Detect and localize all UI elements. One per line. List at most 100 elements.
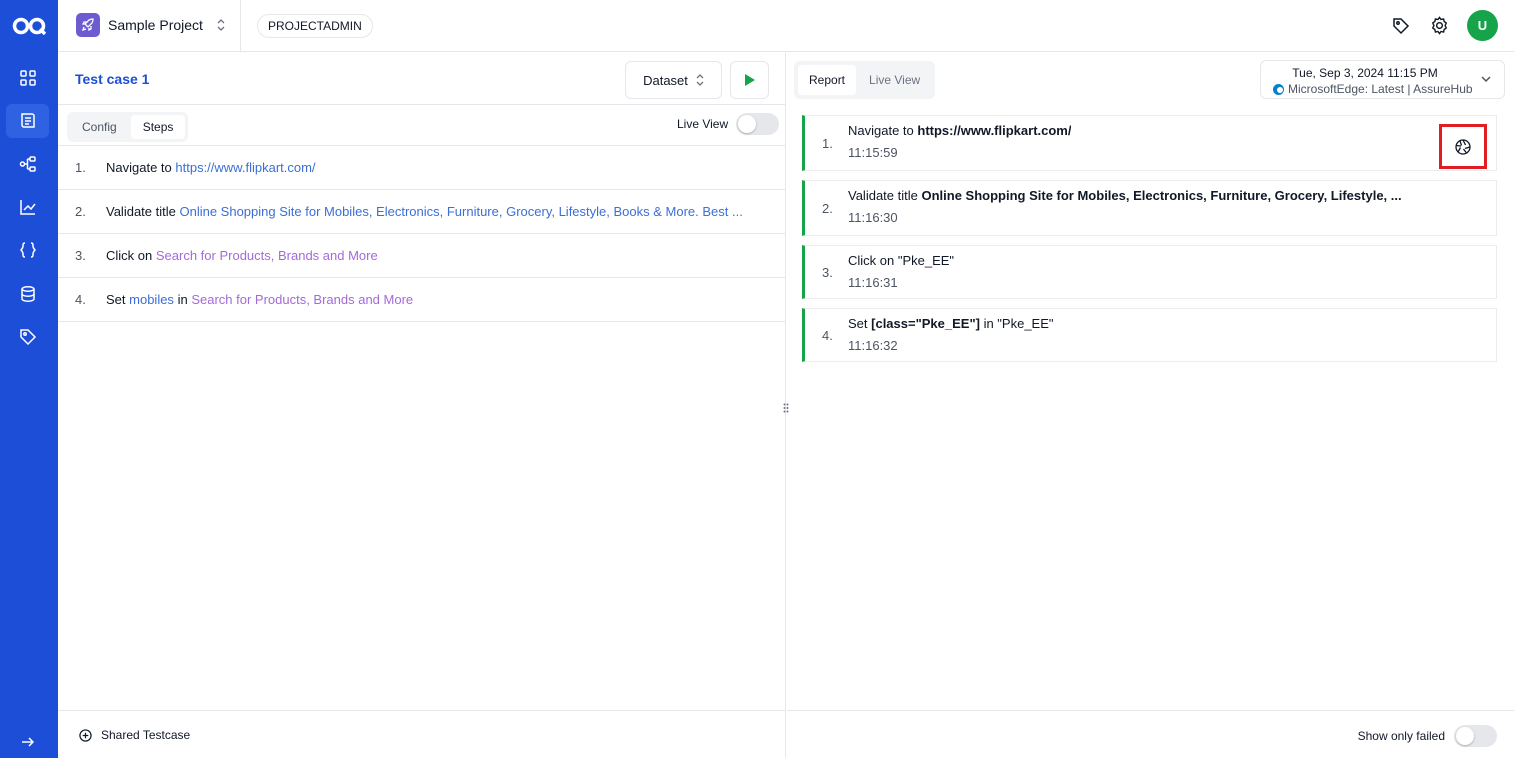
step-number: 1. (75, 160, 86, 175)
shared-testcase-button[interactable]: Shared Testcase (79, 728, 190, 742)
test-cases-list-icon (20, 113, 35, 128)
sidebar-item-dashboard[interactable] (6, 61, 49, 95)
step-title-value[interactable]: Online Shopping Site for Mobiles, Electr… (179, 204, 742, 219)
result-time: 11:16:32 (848, 338, 898, 353)
step-row[interactable]: 2. Validate title Online Shopping Site f… (58, 190, 786, 234)
result-time: 11:16:30 (848, 210, 898, 225)
sidebar-item-workflow[interactable] (6, 147, 49, 181)
dataset-select[interactable]: Dataset (625, 61, 722, 99)
result-number: 1. (822, 136, 833, 151)
results-list: 1. Navigate to https://www.flipkart.com/… (802, 115, 1497, 371)
result-row[interactable]: 3. Click on "Pke_EE" 11:16:31 (802, 245, 1497, 299)
step-element[interactable]: Search for Products, Brands and More (156, 248, 378, 263)
step-connector: in (177, 292, 188, 307)
dashboard-grid-icon (19, 70, 36, 86)
step-row[interactable]: 4. Set mobiles in Search for Products, B… (58, 278, 786, 322)
run-button[interactable] (730, 61, 769, 99)
database-icon (20, 286, 35, 302)
step-action: Navigate to (106, 160, 172, 175)
step-row[interactable]: 3. Click on Search for Products, Brands … (58, 234, 786, 278)
play-icon (744, 74, 755, 86)
step-element[interactable]: Search for Products, Brands and More (191, 292, 413, 307)
show-only-failed-label: Show only failed (1357, 729, 1445, 743)
dataset-label: Dataset (643, 72, 688, 88)
run-selector[interactable]: Tue, Sep 3, 2024 11:15 PM MicrosoftEdge:… (1260, 60, 1505, 99)
screenshot-button[interactable] (1439, 124, 1487, 169)
variables-braces-icon (19, 242, 36, 258)
sidebar-item-variables[interactable] (6, 233, 49, 267)
step-number: 4. (75, 292, 86, 307)
step-action: Click on (106, 248, 153, 263)
report-footer: Show only failed (787, 710, 1514, 758)
settings-gear-icon[interactable] (1429, 16, 1449, 36)
steps-list: 1. Navigate to https://www.flipkart.com/… (58, 146, 786, 322)
testcase-panel: Test case 1 Dataset Config Steps Live Vi… (58, 53, 789, 758)
step-value[interactable]: mobiles (129, 292, 174, 307)
result-action: Validate title (848, 188, 918, 203)
divider (240, 0, 241, 52)
toggle-knob (1456, 727, 1474, 745)
tab-steps[interactable]: Steps (130, 115, 186, 139)
expand-sidebar-arrow-icon[interactable] (16, 732, 40, 752)
live-view-label: Live View (677, 117, 729, 131)
sidebar-item-test-cases[interactable] (6, 104, 49, 138)
run-date: Tue, Sep 3, 2024 11:15 PM (1292, 66, 1438, 80)
sidebar-item-data[interactable] (6, 277, 49, 311)
app-logo-icon[interactable] (0, 0, 58, 52)
top-bar: Sample Project PROJECTADMIN U (58, 0, 1514, 52)
tab-live-view[interactable]: Live View (858, 65, 931, 95)
step-url[interactable]: https://www.flipkart.com/ (175, 160, 315, 175)
project-name: Sample Project (108, 17, 203, 33)
workflow-icon (19, 156, 36, 172)
result-target: Online Shopping Site for Mobiles, Electr… (921, 188, 1402, 203)
role-badge: PROJECTADMIN (257, 14, 373, 38)
result-row[interactable]: 1. Navigate to https://www.flipkart.com/… (802, 115, 1497, 171)
result-number: 4. (822, 328, 833, 343)
rocket-icon (76, 13, 100, 37)
sidebar-rail (0, 0, 58, 758)
testcase-footer: Shared Testcase (58, 710, 786, 758)
testcase-tabs: Config Steps (67, 112, 189, 142)
step-row[interactable]: 1. Navigate to https://www.flipkart.com/ (58, 146, 786, 190)
sidebar-item-tags[interactable] (6, 320, 49, 354)
run-environment: MicrosoftEdge: Latest | AssureHub (1288, 82, 1473, 96)
result-action: Click on "Pke_EE" (848, 253, 955, 268)
user-avatar[interactable]: U (1467, 10, 1498, 41)
result-row[interactable]: 2. Validate title Online Shopping Site f… (802, 180, 1497, 236)
show-only-failed-toggle[interactable] (1454, 725, 1497, 747)
chevron-down-icon (1481, 76, 1491, 83)
step-number: 3. (75, 248, 86, 263)
result-suffix: in "Pke_EE" (983, 316, 1054, 331)
testcase-title[interactable]: Test case 1 (75, 71, 149, 87)
live-view-toggle-group: Live View (677, 113, 780, 135)
tag-icon (19, 329, 36, 346)
live-view-toggle[interactable] (736, 113, 780, 135)
plus-circle-icon (79, 728, 92, 742)
result-time: 11:15:59 (848, 145, 898, 160)
result-target: [class="Pke_EE"] (871, 316, 980, 331)
step-number: 2. (75, 204, 86, 219)
tag-icon[interactable] (1391, 16, 1411, 36)
result-target: https://www.flipkart.com/ (917, 123, 1072, 138)
result-time: 11:16:31 (848, 275, 898, 290)
tab-config[interactable]: Config (70, 115, 129, 139)
chevron-updown-icon (217, 18, 225, 32)
sidebar-item-reports[interactable] (6, 190, 49, 224)
report-panel: Report Live View Tue, Sep 3, 2024 11:15 … (787, 53, 1514, 758)
report-tabs: Report Live View (794, 61, 936, 99)
result-number: 3. (822, 265, 833, 280)
project-switcher[interactable]: Sample Project (76, 13, 225, 37)
camera-aperture-icon (1455, 138, 1471, 155)
result-number: 2. (822, 201, 833, 216)
chevron-updown-icon (696, 74, 704, 86)
edge-browser-icon (1273, 83, 1284, 95)
shared-testcase-label: Shared Testcase (101, 728, 191, 742)
show-only-failed-group: Show only failed (1358, 725, 1497, 747)
toggle-knob (738, 115, 757, 133)
tab-report[interactable]: Report (798, 65, 857, 95)
step-action: Validate title (106, 204, 176, 219)
reports-chart-icon (19, 200, 36, 215)
step-action: Set (106, 292, 126, 307)
result-action: Navigate to (848, 123, 914, 138)
result-row[interactable]: 4. Set [class="Pke_EE"] in "Pke_EE" 11:1… (802, 308, 1497, 362)
